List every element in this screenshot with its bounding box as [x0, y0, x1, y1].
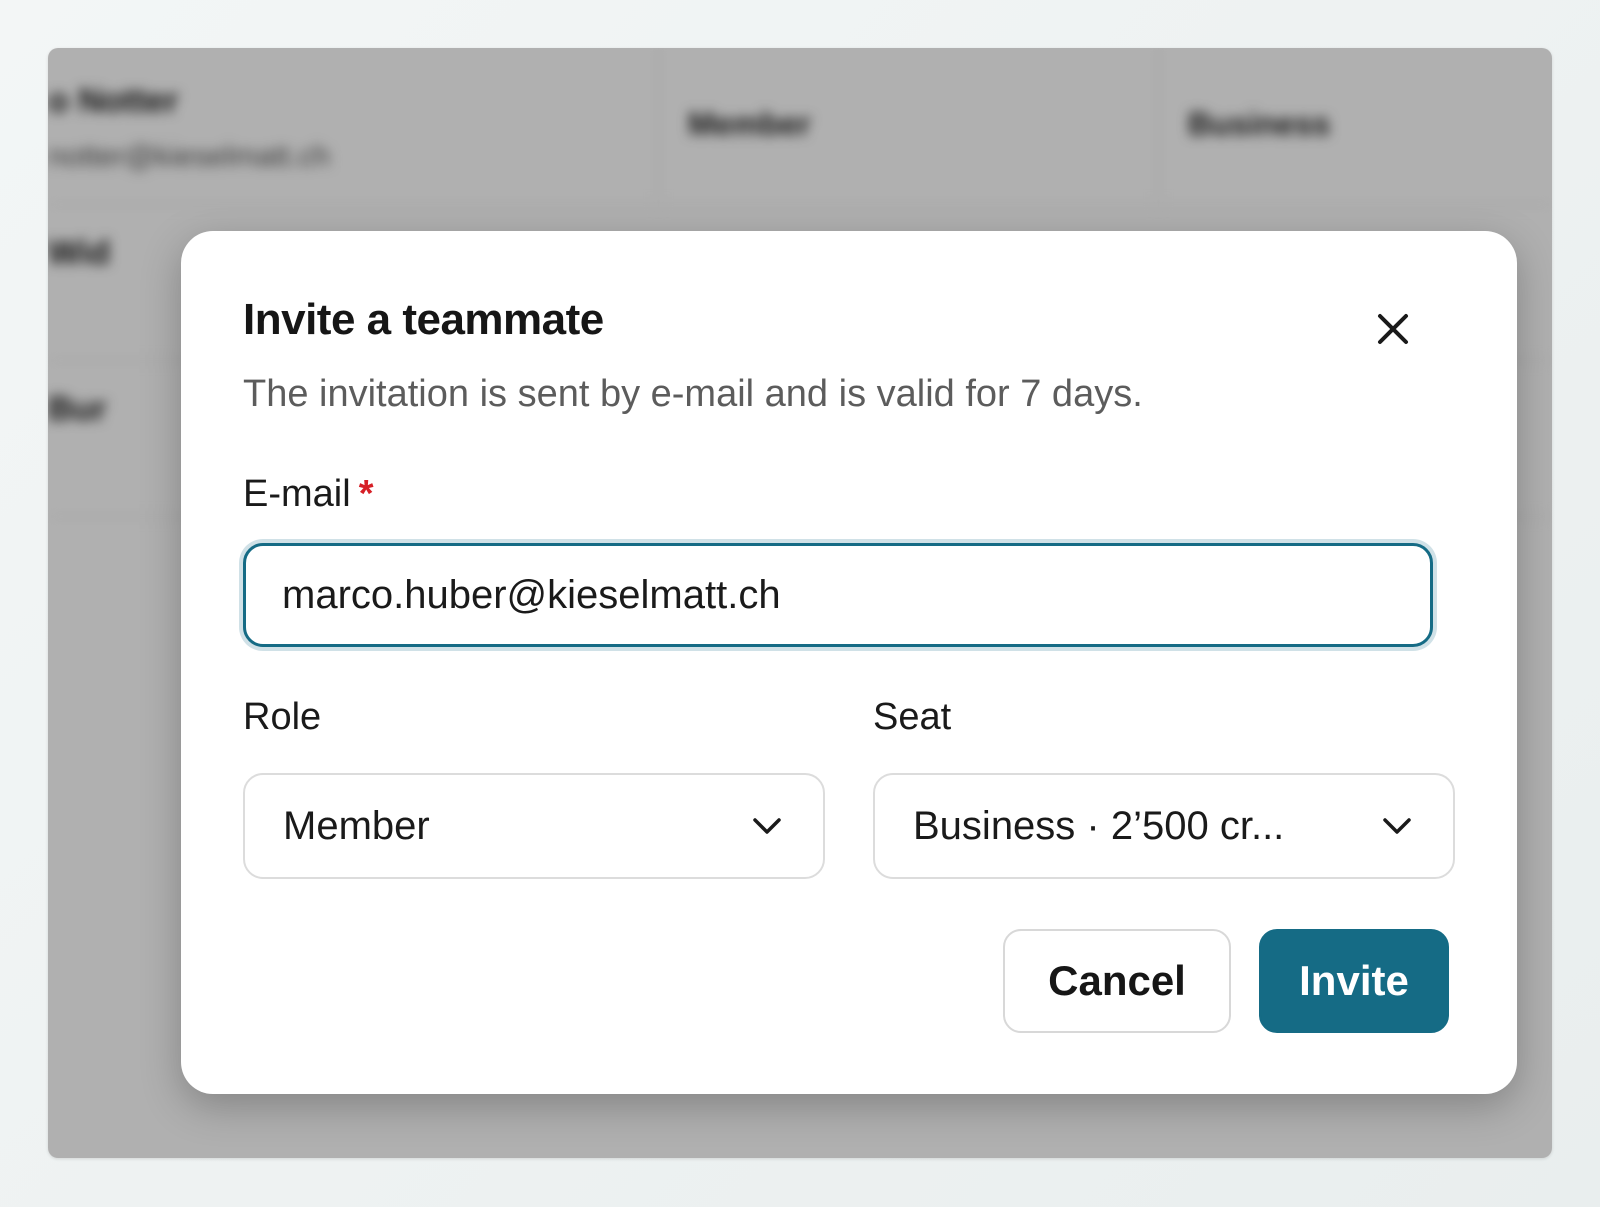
seat-select[interactable]: Business · 2’500 cr... — [873, 773, 1455, 879]
email-input[interactable] — [243, 543, 1433, 647]
app-window: o Notter notter@kieselmatt.ch Member Bus… — [48, 48, 1552, 1158]
invite-dialog: Invite a teammate The invitation is sent… — [181, 231, 1517, 1094]
close-button[interactable] — [1369, 305, 1417, 353]
role-label: Role — [243, 696, 322, 738]
required-indicator: * — [358, 473, 374, 515]
email-label: E-mail * — [243, 473, 373, 516]
role-select[interactable]: Member — [243, 773, 825, 879]
chevron-down-icon — [749, 808, 785, 844]
role-select-value: Member — [283, 803, 430, 848]
close-icon — [1378, 314, 1408, 344]
email-label-text: E-mail — [243, 473, 351, 515]
dialog-subtitle: The invitation is sent by e-mail and is … — [243, 373, 1143, 415]
dialog-title: Invite a teammate — [243, 295, 604, 344]
invite-button[interactable]: Invite — [1259, 929, 1449, 1033]
seat-select-value: Business · 2’500 cr... — [913, 803, 1285, 848]
seat-label: Seat — [873, 696, 952, 738]
chevron-down-icon — [1379, 808, 1415, 844]
cancel-button[interactable]: Cancel — [1003, 929, 1231, 1033]
